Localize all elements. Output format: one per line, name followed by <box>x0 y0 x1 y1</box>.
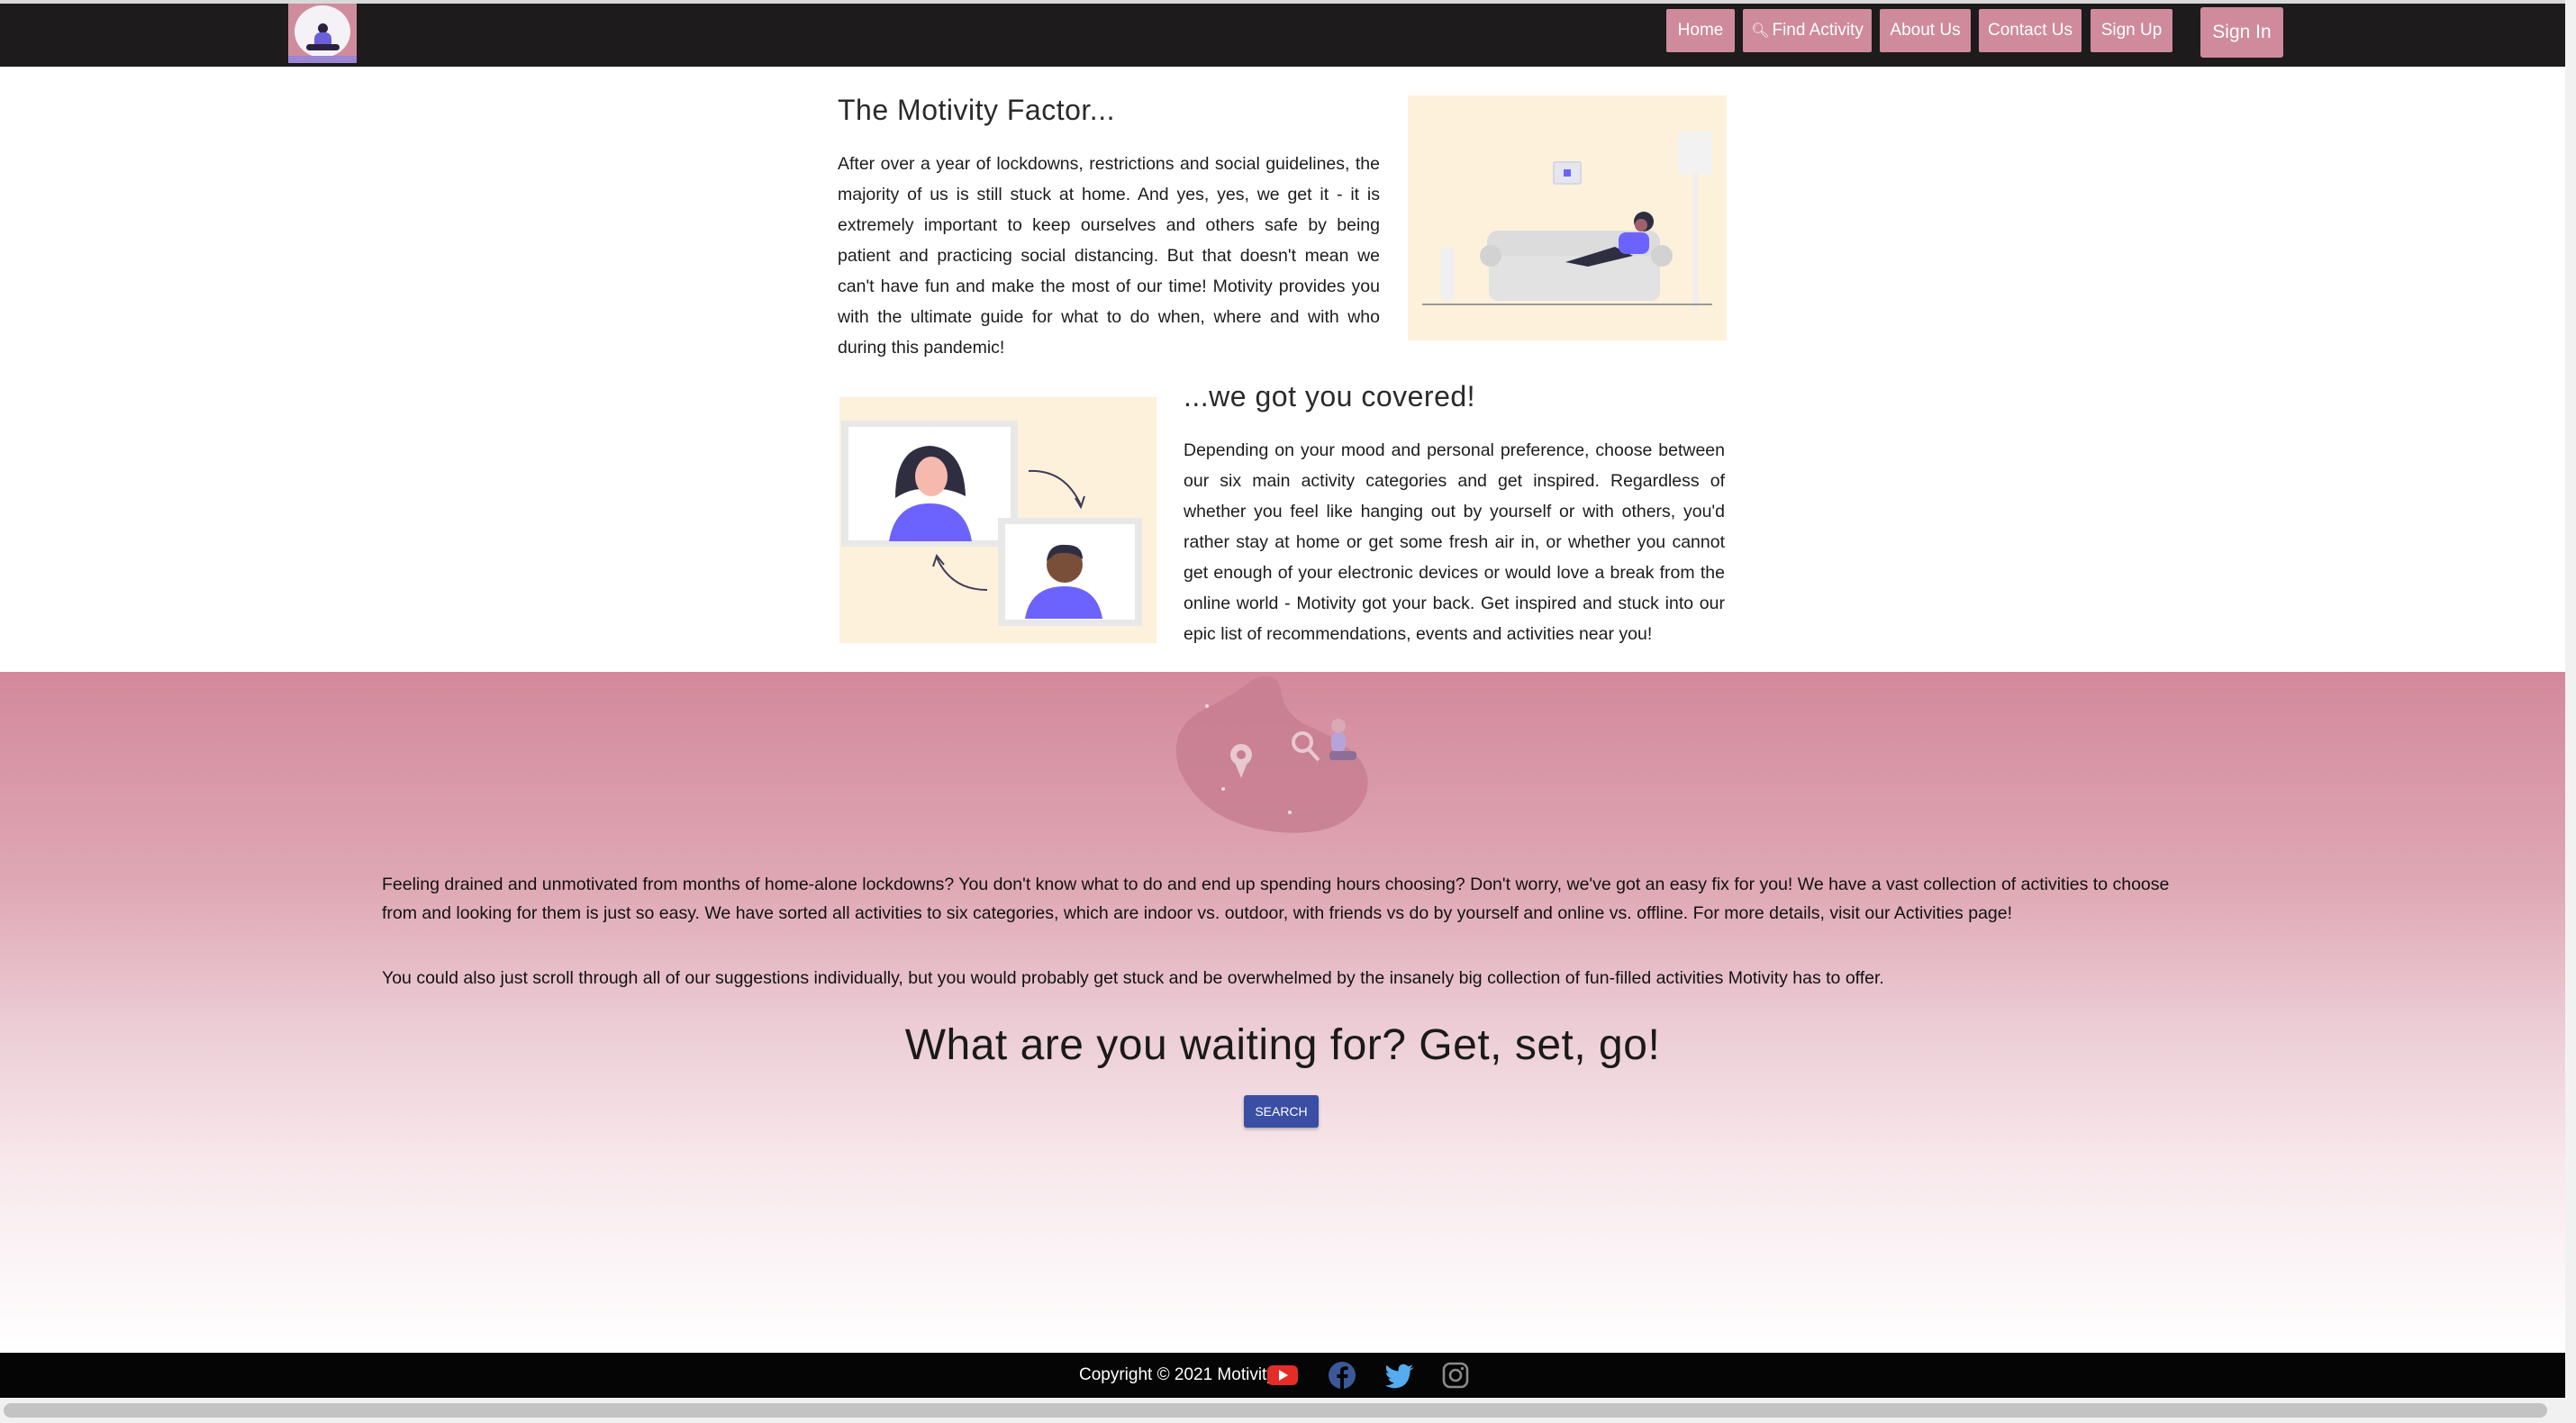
search-button-label: SEARCH <box>1255 1104 1308 1119</box>
horizontal-scrollbar[interactable] <box>0 1398 2576 1423</box>
couch-illustration <box>1408 95 1727 340</box>
got-you-covered-heading: ...we got you covered! <box>1184 380 1476 412</box>
couch-arm-right <box>1651 245 1673 267</box>
couch-arm-left <box>1480 245 1501 267</box>
sparkle-dot <box>1221 787 1225 791</box>
banner-paragraph-1: Feeling drained and unmotivated from mon… <box>382 875 2170 923</box>
instagram-lens <box>1448 1368 1463 1382</box>
instagram-frame <box>1442 1362 1469 1389</box>
horizontal-scrollbar-thumb[interactable] <box>4 1403 2547 1418</box>
twitter-icon-svg <box>1385 1364 1414 1389</box>
nav-sign-up-label: Sign Up <box>2100 21 2163 40</box>
side-plant <box>1440 247 1455 301</box>
sign-in-label: Sign In <box>2212 22 2272 42</box>
video-call-illustration-svg <box>841 421 1142 626</box>
nav-home-label: Home <box>1677 21 1724 40</box>
nav-sign-up-button[interactable]: Sign Up <box>2091 9 2172 52</box>
facebook-icon-svg <box>1329 1362 1356 1389</box>
vertical-scrollbar[interactable] <box>2565 0 2576 1398</box>
logo-base-bar <box>288 56 357 63</box>
sitting-person-body <box>1331 733 1346 751</box>
facebook-icon[interactable] <box>1326 1360 1358 1391</box>
video-call-illustration <box>839 397 1156 643</box>
instagram-dot <box>1460 1366 1465 1371</box>
person-face <box>1635 219 1647 231</box>
nav-contact-us-button[interactable]: Contact Us <box>1979 9 2082 52</box>
sparkle-dot <box>1205 704 1209 708</box>
call-to-action-heading: What are you waiting for? Get, set, go! <box>904 1021 1661 1069</box>
nav-contact-us-label: Contact Us <box>1988 21 2073 40</box>
wall-frame-dot <box>1564 169 1571 177</box>
motivity-factor-paragraph: After over a year of lockdowns, restrict… <box>838 154 1380 358</box>
copyright-text: Copyright © 2021 Motivity <box>1079 1365 1275 1384</box>
sitting-person-head <box>1331 719 1346 733</box>
location-search-illustration <box>1175 675 1368 833</box>
nav-about-us-label: About Us <box>1890 21 1961 40</box>
floor-lamp-shade <box>1678 131 1712 175</box>
motivation-banner: Feeling drained and unmotivated from mon… <box>0 672 2565 1353</box>
couch-illustration-svg <box>1422 131 1712 308</box>
logo-person-legs <box>306 44 340 50</box>
logo-person-body <box>314 32 331 45</box>
nav-find-activity-label: Find Activity <box>1772 21 1864 40</box>
banner-paragraph-2: You could also just scroll through all o… <box>382 968 1884 988</box>
got-you-covered-paragraph: Depending on your mood and personal pref… <box>1184 440 1725 644</box>
person-shirt <box>1619 232 1649 254</box>
nav-about-us-button[interactable]: About Us <box>1880 9 1971 52</box>
youtube-icon-svg <box>1267 1365 1298 1385</box>
arrow-right-icon <box>1028 469 1082 506</box>
instagram-icon-svg <box>1442 1362 1469 1389</box>
map-pin-dot <box>1237 750 1246 759</box>
footer: Copyright © 2021 Motivity <box>0 1353 2565 1398</box>
twitter-bird-glyph <box>1385 1364 1414 1389</box>
woman-face <box>915 457 948 496</box>
sparkle-dot <box>1288 811 1292 814</box>
twitter-icon[interactable] <box>1383 1360 1416 1391</box>
arrow-left-icon <box>936 557 988 591</box>
motivity-logo[interactable] <box>288 4 357 63</box>
magnifier-icon: 🔍︎ <box>1751 23 1770 39</box>
sitting-person-seat <box>1329 751 1356 760</box>
nav-home-button[interactable]: Home <box>1666 9 1735 52</box>
youtube-icon[interactable] <box>1266 1360 1299 1391</box>
navbar: Home 🔍︎ Find Activity About Us Contact Us… <box>0 4 2565 67</box>
search-button[interactable]: SEARCH <box>1244 1095 1319 1128</box>
nav-find-activity-button[interactable]: 🔍︎ Find Activity <box>1743 9 1872 52</box>
instagram-icon[interactable] <box>1439 1360 1472 1391</box>
sign-in-button[interactable]: Sign In <box>2200 7 2283 58</box>
motivity-factor-heading: The Motivity Factor... <box>838 94 1115 126</box>
floor-lamp-pole <box>1693 173 1698 308</box>
